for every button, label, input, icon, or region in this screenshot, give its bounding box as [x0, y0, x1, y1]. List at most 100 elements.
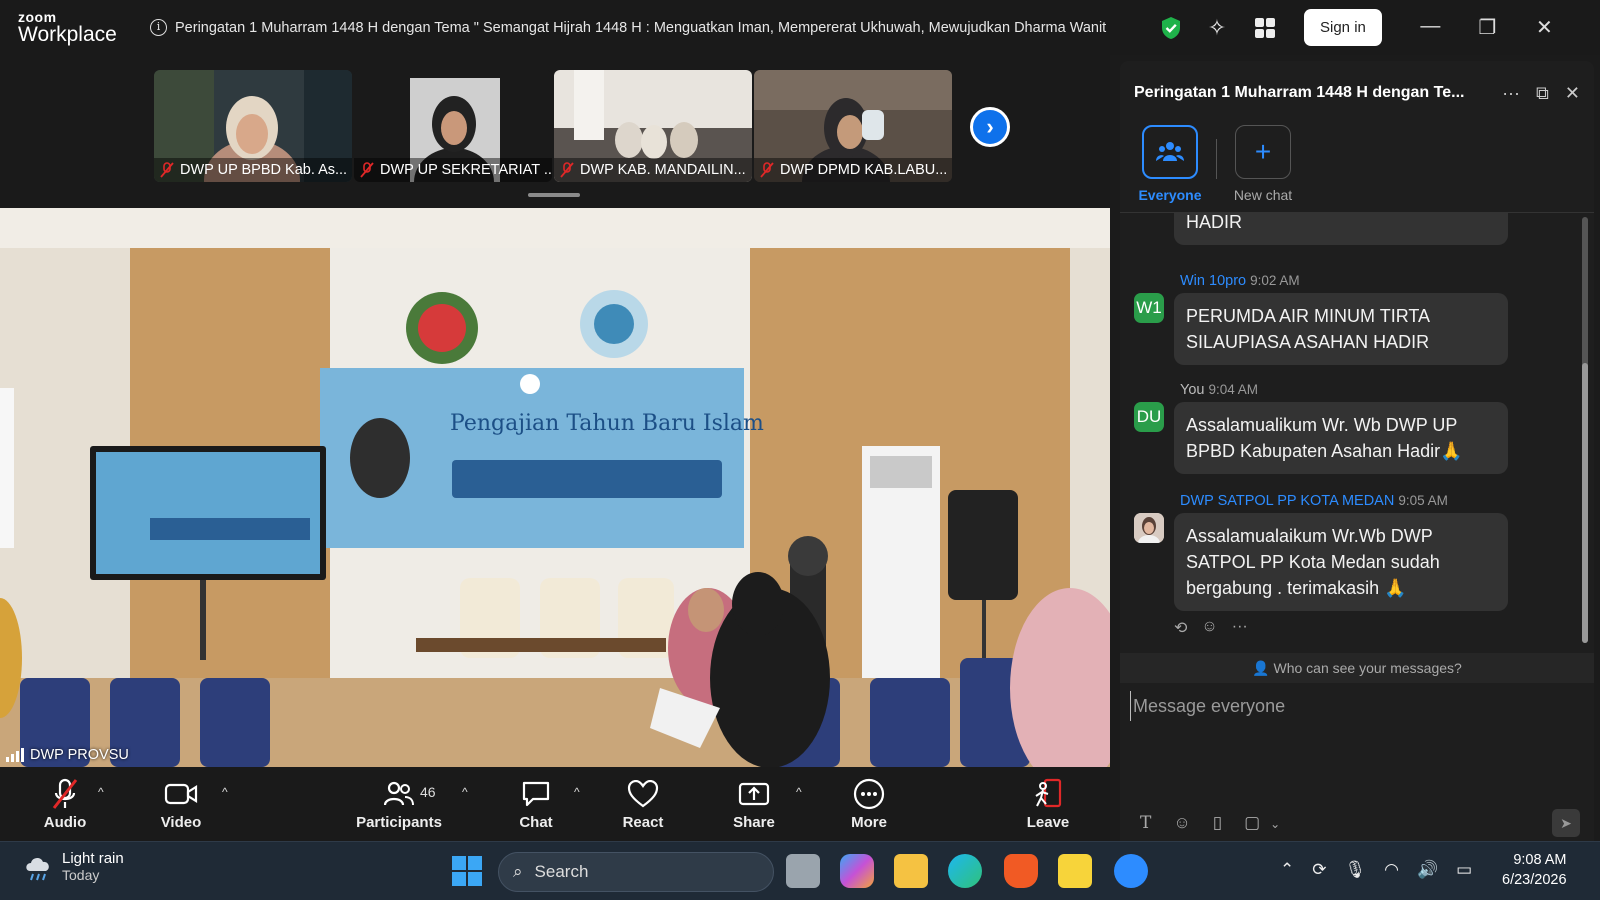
taskbar-clock[interactable]: 9:08 AM 6/23/2026: [1502, 850, 1567, 890]
participant-thumbnail[interactable]: DWP UP BPBD Kab. As...: [154, 70, 352, 182]
chat-options-caret-icon[interactable]: ^: [574, 785, 580, 799]
start-button[interactable]: [450, 854, 484, 888]
video-options-caret-icon[interactable]: ^: [222, 785, 228, 799]
logo-line1: zoom: [18, 9, 57, 25]
participants-count: 46: [420, 784, 436, 800]
leave-button[interactable]: Leave: [1026, 777, 1070, 831]
battery-icon[interactable]: ▭: [1456, 860, 1472, 880]
avatar[interactable]: [1134, 513, 1164, 543]
meeting-title[interactable]: i Peringatan 1 Muharram 1448 H dengan Te…: [150, 19, 1135, 36]
share-button[interactable]: Share: [732, 777, 776, 831]
chat-more-icon[interactable]: ···: [1502, 83, 1520, 104]
chevron-right-icon: ›: [986, 114, 994, 139]
zoom-app-icon[interactable]: [1114, 854, 1148, 888]
share-label: Share: [733, 814, 775, 831]
signal-bars-icon: [6, 748, 24, 762]
message-bubble: PERUMDA AIR MINUM TIRTA SILAUPIASA ASAHA…: [1174, 293, 1508, 365]
main-video[interactable]: Pengajian Tahun Baru Islam DWP PROVSU: [0, 208, 1110, 767]
windows-taskbar: Light rain Today ⌕ Search ⌃ ⟳ 🎙 ◠ 🔊 ▭ 9:…: [0, 841, 1600, 900]
participant-thumbnail[interactable]: DWP UP SEKRETARIAT ...: [354, 70, 552, 182]
close-chat-icon[interactable]: ✕: [1565, 83, 1580, 104]
weather-title: Light rain: [62, 850, 124, 867]
message-time: 9:05 AM: [1398, 493, 1448, 508]
active-speaker-label: DWP PROVSU: [6, 747, 129, 763]
copilot-icon[interactable]: [840, 854, 874, 888]
text-format-icon[interactable]: T: [1140, 813, 1151, 833]
chat-label: Chat: [519, 814, 553, 831]
avatar[interactable]: W1: [1134, 293, 1164, 323]
task-view-icon[interactable]: [786, 854, 820, 888]
mic-location-icon[interactable]: 🎙: [1345, 860, 1367, 880]
strip-resize-handle[interactable]: [528, 193, 580, 197]
participant-thumbnail[interactable]: DWP DPMD KAB.LABU...: [754, 70, 952, 182]
sender-name[interactable]: DWP SATPOL PP KOTA MEDAN: [1180, 493, 1394, 509]
audio-button[interactable]: Audio: [40, 777, 90, 831]
chevron-down-icon[interactable]: ⌄: [1270, 817, 1280, 833]
privacy-note[interactable]: 👤 Who can see your messages?: [1120, 653, 1594, 683]
message-more-icon[interactable]: ···: [1232, 618, 1248, 638]
audio-options-caret-icon[interactable]: ^: [98, 785, 104, 799]
message-meta: Win 10pro 9:02 AM: [1180, 273, 1300, 289]
sender-name[interactable]: Win 10pro: [1180, 273, 1246, 289]
message-bubble: Assalamualikum Wr. Wb DWP UP BPBD Kabupa…: [1174, 402, 1508, 474]
video-camera-icon: [164, 783, 198, 805]
zoom-window: zoom Workplace i Peringatan 1 Muharram 1…: [0, 0, 1600, 900]
titlebar-actions: ✧ Sign in: [1160, 9, 1382, 46]
file-icon[interactable]: ▯: [1213, 813, 1222, 833]
thumbnail-name: DWP UP BPBD Kab. As...: [180, 162, 348, 178]
participants-label: Participants: [356, 814, 442, 831]
sync-icon[interactable]: ⟳: [1312, 860, 1326, 880]
chat-scrollbar-thumb[interactable]: [1582, 363, 1588, 643]
chevron-up-icon[interactable]: ⌃: [1280, 860, 1294, 880]
taskbar-search[interactable]: ⌕ Search: [498, 852, 774, 892]
message-time: 9:02 AM: [1250, 273, 1300, 288]
mic-muted-icon: [360, 162, 374, 178]
restore-icon[interactable]: ❐: [1459, 15, 1516, 40]
avatar-photo: [1134, 513, 1164, 543]
clock-date: 6/23/2026: [1502, 872, 1567, 888]
shield-check-icon[interactable]: [1160, 16, 1182, 40]
reply-icon[interactable]: ⟲: [1174, 618, 1187, 638]
send-button[interactable]: ➤: [1552, 809, 1580, 837]
participant-thumbnail[interactable]: DWP KAB. MANDAILIN...: [554, 70, 752, 182]
react-button[interactable]: React: [620, 777, 666, 831]
tab-everyone[interactable]: Everyone: [1130, 125, 1210, 203]
volume-icon[interactable]: 🔊: [1417, 860, 1438, 880]
chat-panel: Peringatan 1 Muharram 1448 H dengan Te..…: [1120, 61, 1594, 841]
screenshot-icon[interactable]: ▢: [1244, 813, 1260, 833]
pop-out-icon[interactable]: ⧉: [1536, 83, 1549, 104]
emoji-icon[interactable]: ☺: [1173, 813, 1190, 833]
participants-options-caret-icon[interactable]: ^: [462, 785, 468, 799]
sign-in-button[interactable]: Sign in: [1304, 9, 1382, 46]
composer-tools: T ☺ ▯ ▢ ⌄: [1140, 813, 1280, 833]
message-text: Assalamualaikum Wr.Wb DWP SATPOL PP Kota…: [1186, 526, 1440, 598]
more-button[interactable]: More: [848, 777, 890, 831]
add-reaction-icon[interactable]: ☺: [1201, 618, 1217, 638]
wifi-icon[interactable]: ◠: [1384, 860, 1399, 880]
video-button[interactable]: Video: [155, 777, 207, 831]
tab-new-chat[interactable]: + New chat: [1223, 125, 1303, 203]
chat-title: Peringatan 1 Muharram 1448 H dengan Te..…: [1134, 84, 1465, 101]
windows-logo-icon: [452, 856, 482, 886]
next-page-button[interactable]: ›: [970, 107, 1010, 147]
sticky-notes-icon[interactable]: [1058, 854, 1092, 888]
weather-widget[interactable]: Light rain Today: [22, 850, 124, 883]
minimize-icon[interactable]: —: [1402, 15, 1459, 40]
apps-icon[interactable]: [1252, 15, 1278, 41]
info-icon[interactable]: i: [150, 19, 167, 36]
edge-browser-icon[interactable]: [948, 854, 982, 888]
brave-browser-icon[interactable]: [1004, 854, 1038, 888]
share-options-caret-icon[interactable]: ^: [796, 785, 802, 799]
logo-line2: Workplace: [18, 23, 117, 46]
message-input[interactable]: [1130, 691, 1570, 721]
file-explorer-icon[interactable]: [894, 854, 928, 888]
mic-muted-icon: [560, 162, 574, 178]
ai-companion-icon[interactable]: ✧: [1204, 15, 1230, 41]
message-list[interactable]: HADIR W1 Win 10pro 9:02 AM PERUMDA AIR MI…: [1120, 213, 1594, 653]
plus-icon: +: [1254, 136, 1272, 167]
thumbnail-label: DWP UP SEKRETARIAT ...: [354, 158, 552, 182]
chat-button[interactable]: Chat: [516, 777, 556, 831]
audio-label: Audio: [43, 814, 87, 831]
close-window-icon[interactable]: ✕: [1516, 15, 1573, 40]
avatar[interactable]: DU: [1134, 402, 1164, 432]
